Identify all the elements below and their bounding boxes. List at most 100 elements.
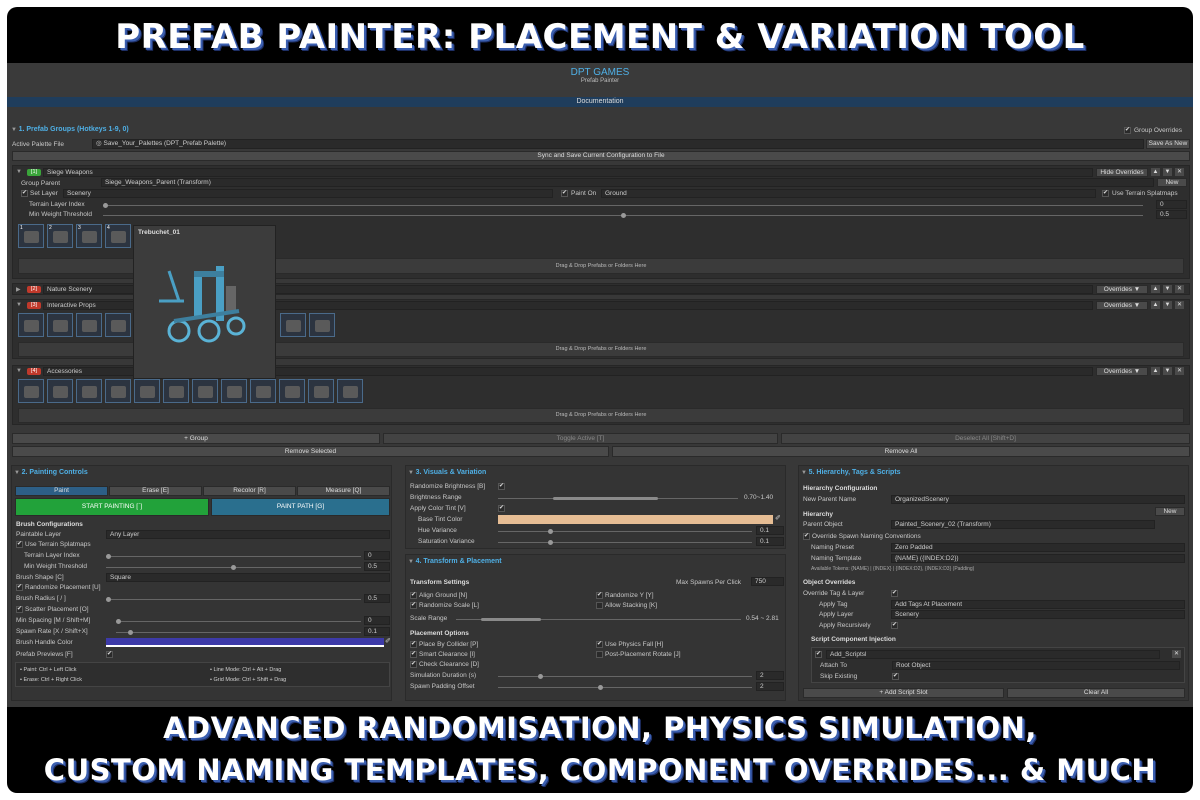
new-parent-name-field[interactable]: OrganizedScenery — [891, 495, 1185, 504]
hierarchy-new-button[interactable]: New — [1155, 507, 1185, 516]
move-down-icon[interactable]: ▼ — [1163, 285, 1172, 293]
prefab-thumb[interactable] — [280, 313, 306, 337]
spawn-padding-value[interactable]: 2 — [756, 682, 784, 691]
prefab-thumb[interactable] — [76, 379, 102, 403]
collapse-arrow-icon[interactable]: ▼ — [16, 302, 22, 308]
remove-script-icon[interactable]: ✕ — [1172, 650, 1181, 658]
remove-all-button[interactable]: Remove All — [612, 446, 1190, 457]
allow-stacking-checkbox[interactable] — [596, 602, 603, 609]
min-spacing-value[interactable]: 0 — [364, 616, 390, 625]
prefab-thumb[interactable]: 1 — [18, 224, 44, 248]
add-group-button[interactable]: + Group — [12, 433, 380, 444]
prefab-thumb[interactable] — [279, 379, 305, 403]
painting-title[interactable]: ▼ 2. Painting Controls — [14, 469, 88, 476]
post-placement-rotate-checkbox[interactable] — [596, 651, 603, 658]
prefab-thumb[interactable] — [309, 313, 335, 337]
base-tint-swatch[interactable] — [498, 515, 773, 524]
slider-knob[interactable] — [538, 674, 543, 679]
brush-radius-slider[interactable] — [106, 597, 361, 602]
slider-knob[interactable] — [548, 529, 553, 534]
active-palette-field[interactable]: ◎ Save_Your_Palettes (DPT_Prefab Palette… — [92, 139, 1144, 149]
slider-knob[interactable] — [116, 619, 121, 624]
move-up-icon[interactable]: ▲ — [1151, 367, 1160, 375]
override-naming-checkbox[interactable]: ✔ — [803, 533, 810, 540]
prefab-thumb[interactable] — [308, 379, 334, 403]
slider-knob[interactable] — [621, 213, 626, 218]
max-spawns-value[interactable]: 750 — [751, 577, 784, 586]
slider-knob[interactable] — [231, 565, 236, 570]
overrides-button[interactable]: Overrides ▼ — [1096, 367, 1148, 376]
prefab-thumb[interactable] — [134, 379, 160, 403]
move-up-icon[interactable]: ▲ — [1151, 168, 1160, 176]
skip-existing-checkbox[interactable]: ✔ — [892, 673, 899, 680]
collapse-arrow-icon[interactable]: ▼ — [16, 368, 22, 374]
visuals-title[interactable]: ▼ 3. Visuals & Variation — [408, 469, 486, 476]
apply-tag-dropdown[interactable]: Add Tags At Placement — [891, 600, 1185, 609]
use-terrain-splatmaps-checkbox[interactable]: ✔ — [1102, 190, 1109, 197]
move-down-icon[interactable]: ▼ — [1163, 301, 1172, 309]
hue-variance-slider[interactable] — [498, 529, 752, 534]
tab-measure[interactable]: Measure [Q] — [297, 486, 390, 496]
slider-knob[interactable] — [103, 203, 108, 208]
set-layer-checkbox[interactable]: ✔ — [21, 190, 28, 197]
range-fill[interactable] — [553, 497, 658, 500]
script-field[interactable]: Add_Scriptsl — [826, 650, 1160, 659]
eyedropper-icon[interactable]: ✐ — [775, 514, 781, 522]
slider-knob[interactable] — [548, 540, 553, 545]
parent-object-field[interactable]: Painted_Scenery_02 (Transform) — [891, 520, 1155, 529]
prefab-thumb[interactable]: 2 — [47, 224, 73, 248]
hierarchy-title[interactable]: ▼ 5. Hierarchy, Tags & Scripts — [801, 469, 901, 476]
overrides-button[interactable]: Overrides ▼ — [1096, 285, 1148, 294]
min-weight-slider[interactable] — [106, 565, 361, 570]
eyedropper-icon[interactable]: ✐ — [385, 637, 391, 645]
paint-on-dropdown[interactable]: Ground — [601, 189, 1096, 198]
range-fill[interactable] — [481, 618, 541, 621]
brush-shape-dropdown[interactable]: Square — [106, 573, 390, 582]
slider-knob[interactable] — [598, 685, 603, 690]
overrides-button[interactable]: Overrides ▼ — [1096, 301, 1148, 310]
randomize-scale-checkbox[interactable]: ✔ — [410, 602, 417, 609]
randomize-brightness-checkbox[interactable]: ✔ — [498, 483, 505, 490]
script-enabled-checkbox[interactable]: ✔ — [815, 651, 822, 658]
prefab-thumb[interactable] — [76, 313, 102, 337]
smart-clearance-checkbox[interactable]: ✔ — [410, 651, 417, 658]
spawn-rate-value[interactable]: 0.1 — [364, 627, 390, 636]
remove-selected-button[interactable]: Remove Selected — [12, 446, 609, 457]
terrain-layer-value[interactable]: 0 — [1156, 200, 1187, 209]
set-layer-dropdown[interactable]: Scenery — [63, 189, 553, 198]
min-weight-slider[interactable] — [103, 213, 1143, 218]
prefab-thumb[interactable] — [250, 379, 276, 403]
paint-path-button[interactable]: PAINT PATH [G] — [211, 498, 390, 516]
spawn-padding-slider[interactable] — [498, 685, 752, 690]
align-ground-checkbox[interactable]: ✔ — [410, 592, 417, 599]
apply-recursively-checkbox[interactable]: ✔ — [891, 622, 898, 629]
hue-variance-value[interactable]: 0.1 — [756, 526, 784, 535]
override-tag-layer-checkbox[interactable]: ✔ — [891, 590, 898, 597]
naming-preset-dropdown[interactable]: Zero Padded — [891, 543, 1185, 552]
brightness-range-slider[interactable] — [498, 497, 738, 500]
move-down-icon[interactable]: ▼ — [1163, 367, 1172, 375]
randomize-y-checkbox[interactable]: ✔ — [596, 592, 603, 599]
group-parent-new-button[interactable]: New — [1157, 178, 1187, 187]
terrain-index-slider[interactable] — [106, 554, 361, 559]
prefab-thumb[interactable]: 4 — [105, 224, 131, 248]
slider-knob[interactable] — [106, 597, 111, 602]
prefab-thumb[interactable] — [105, 313, 131, 337]
terrain-index-value[interactable]: 0 — [364, 551, 390, 560]
min-weight-value[interactable]: 0.5 — [1156, 210, 1187, 219]
save-as-new-button[interactable]: Save As New — [1146, 139, 1190, 149]
min-spacing-slider[interactable] — [116, 619, 361, 624]
prefab-thumb[interactable] — [47, 313, 73, 337]
brush-handle-color-swatch[interactable] — [106, 638, 384, 647]
prefab-thumb[interactable] — [47, 379, 73, 403]
terrain-layer-slider[interactable] — [103, 203, 1143, 208]
tab-recolor[interactable]: Recolor [R] — [203, 486, 296, 496]
remove-group-icon[interactable]: ✕ — [1175, 301, 1184, 309]
prefab-thumb[interactable] — [192, 379, 218, 403]
move-down-icon[interactable]: ▼ — [1163, 168, 1172, 176]
documentation-link[interactable]: Documentation — [7, 97, 1193, 107]
use-physics-fall-checkbox[interactable]: ✔ — [596, 641, 603, 648]
spawn-rate-slider[interactable] — [116, 630, 361, 635]
min-weight-value[interactable]: 0.5 — [364, 562, 390, 571]
saturation-variance-slider[interactable] — [498, 540, 752, 545]
